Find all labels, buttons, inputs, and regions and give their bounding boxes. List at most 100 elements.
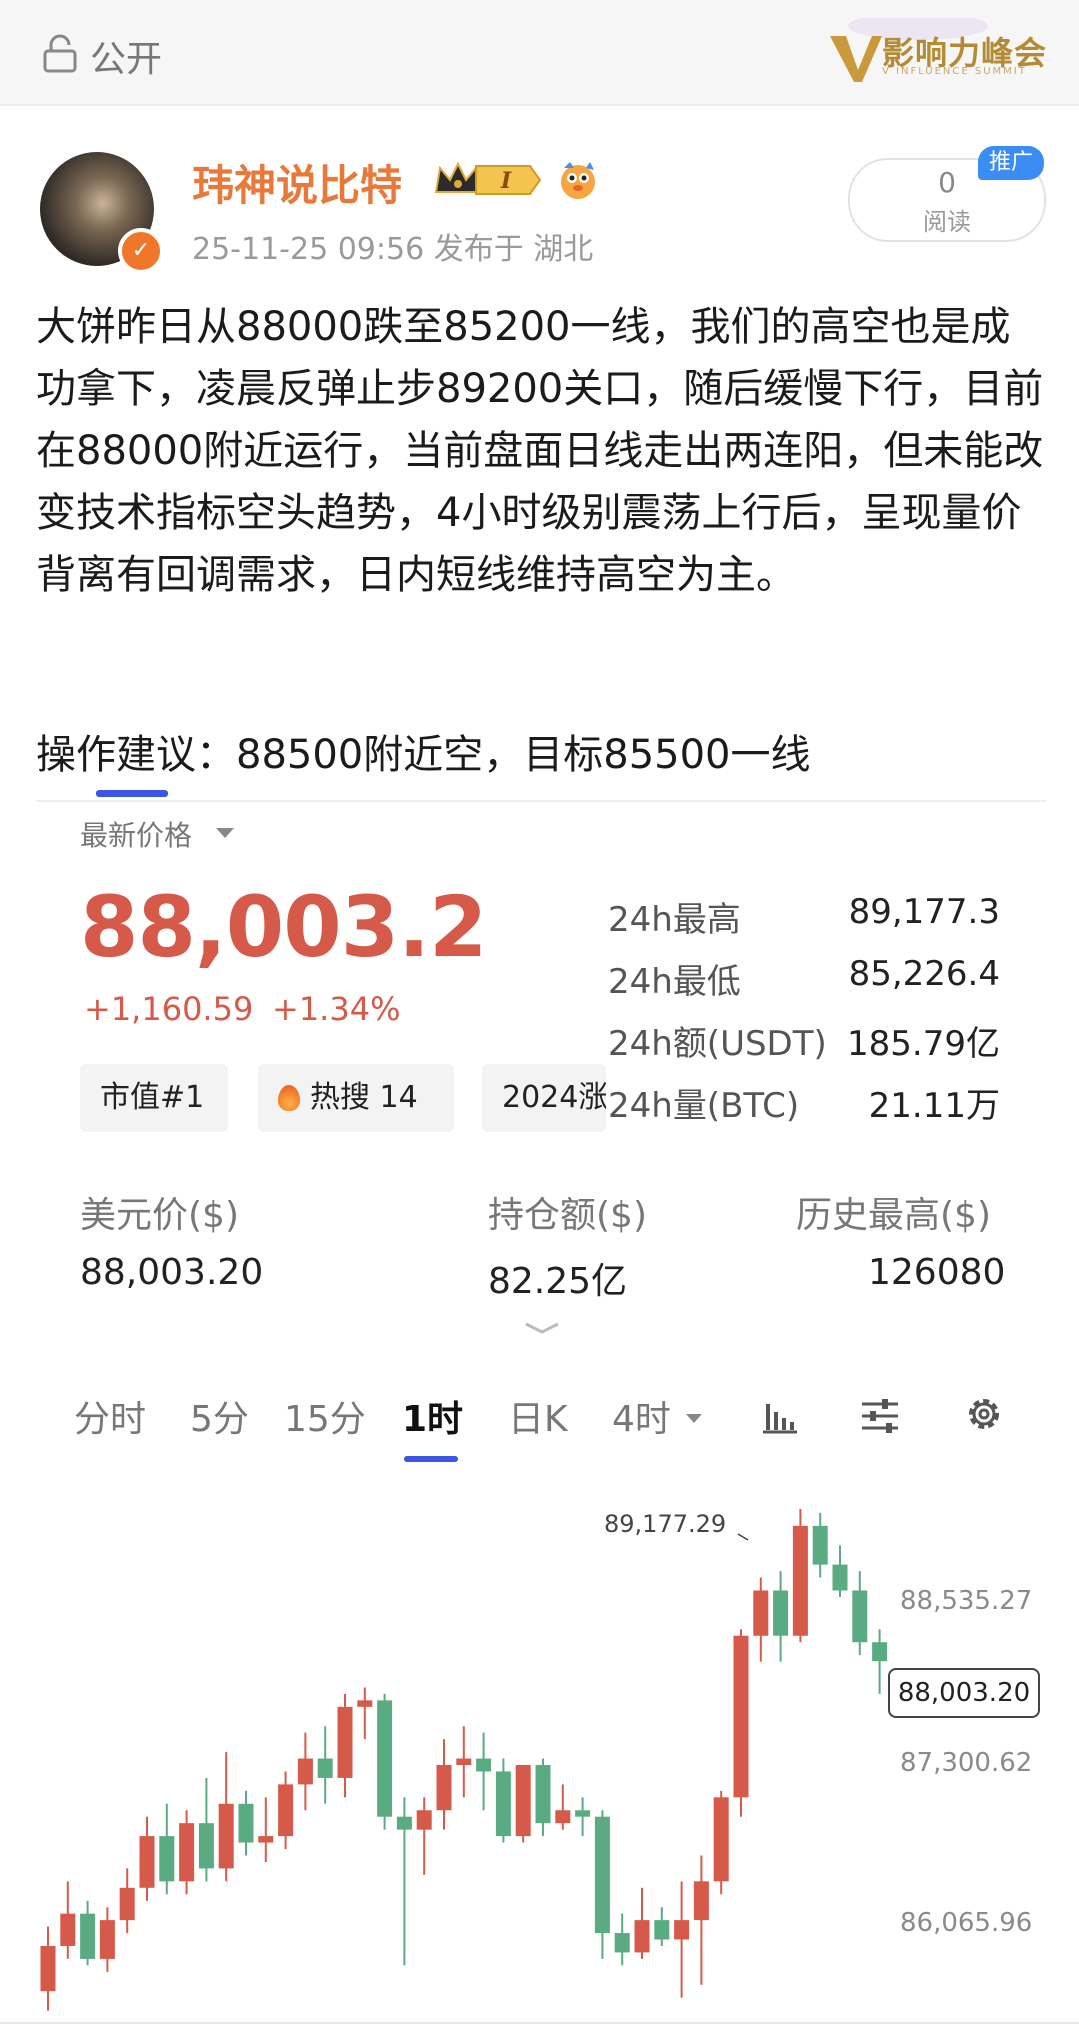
interval-tab-15m[interactable]: 15分 [284,1390,366,1442]
divider [0,2022,1079,2024]
tab-indicator [96,790,168,797]
interval-tab-4h[interactable]: 4时 [612,1390,671,1442]
candle-up [792,1525,808,1636]
stat-label-turnover: 24h额(USDT) [608,1024,827,1064]
open-interest-label: 持仓额($) [488,1195,647,1236]
candle-up [139,1836,155,1888]
y-axis-tick: 87,300.62 [900,1748,1033,1778]
all-time-high-value: 126080 [868,1252,1006,1293]
candle-down [535,1765,551,1824]
candle-up [515,1765,531,1837]
chevron-down-icon[interactable] [216,828,234,838]
y-axis-tick: 86,065.96 [900,1908,1033,1938]
stat-value-high: 89,177.3 [848,892,1000,932]
stat-value-low: 85,226.4 [848,954,1000,994]
candle-up [456,1758,472,1765]
price-change-pct: +1.34% [272,990,401,1028]
read-label: 阅读 [923,208,971,236]
candle-down [812,1525,828,1565]
author-name[interactable]: 玮神说比特 [192,152,402,213]
depth-chart-icon[interactable] [760,1396,800,1436]
hot-search-label: 热搜 14 [310,1080,418,1115]
candle-up [258,1836,274,1843]
candle-up [119,1887,135,1921]
level-badge-text: I [500,168,512,194]
candle-down [594,1816,610,1934]
candle-down [575,1810,591,1817]
last-price-tag: 88,003.20 [888,1668,1040,1718]
lock-icon [43,34,77,73]
candle-up [416,1810,432,1830]
interval-tab-timeshare[interactable]: 分时 [74,1390,146,1442]
flame-icon [278,1085,300,1111]
candle-down [80,1913,96,1959]
candle-up [674,1920,690,1940]
candle-down [832,1564,848,1591]
candles-group [40,1509,888,2011]
candle-down [852,1590,868,1643]
stat-value-turnover: 185.79亿 [847,1024,1000,1064]
candle-down [159,1836,175,1882]
candle-up [634,1920,650,1953]
post-meta: 25-11-25 09:56 发布于 湖北 [192,232,594,267]
candle-down [238,1803,254,1843]
bird-badge-icon [561,162,595,199]
interval-tab-1d[interactable]: 日K [508,1390,568,1442]
stat-value-volume: 21.11万 [868,1086,1000,1126]
chevron-down-icon[interactable] [686,1414,702,1423]
active-interval-indicator [404,1456,458,1462]
post-body: 大饼昨日从88000跌至85200一线，我们的高空也是成功拿下，凌晨反弹止步89… [36,304,1044,598]
candle-up [99,1920,115,1959]
candle-up [436,1765,452,1811]
candle-up [733,1635,749,1798]
candle-up [278,1784,294,1837]
indicator-settings-icon[interactable] [858,1396,902,1436]
candle-down [872,1642,888,1662]
verified-icon: ✓ [118,228,164,274]
stat-label-volume: 24h量(BTC) [608,1086,800,1126]
candle-down [198,1823,214,1869]
summit-logo-sub: V INFLUENCE SUMMIT [882,66,1027,77]
candle-up [179,1823,195,1882]
candle-up [753,1590,769,1636]
divider [36,800,1046,802]
y-axis-tick: 88,535.27 [900,1586,1033,1616]
visibility-label[interactable]: 公开 [90,30,162,82]
expand-chevron-icon[interactable] [522,1318,562,1338]
crown-level-icon: I [434,161,542,195]
price-change-abs: +1,160.59 [84,990,254,1028]
hot-search-chip[interactable]: 热搜 14 [258,1064,454,1132]
interval-tab-1h[interactable]: 1时 [402,1390,463,1442]
candle-up [555,1810,571,1824]
usd-price-label: 美元价($) [80,1195,239,1236]
candle-down [614,1933,630,1953]
candle-up [693,1881,709,1921]
peak-marker-line [737,1533,749,1541]
open-interest-value: 82.25亿 [488,1261,628,1302]
candle-down [495,1771,511,1837]
stat-label-high: 24h最高 [608,900,741,940]
post-advice: 操作建议：88500附近空，目标85500一线 [36,732,811,778]
candle-down [377,1700,393,1817]
candle-up [218,1803,234,1869]
candle-up [337,1706,353,1778]
interval-tab-5m[interactable]: 5分 [190,1390,249,1442]
main-price: 88,003.2 [80,878,488,976]
candle-up [40,1945,56,1992]
candle-down [654,1920,670,1940]
promo-tag: 推广 [978,146,1044,180]
gear-icon[interactable] [962,1392,1006,1436]
stat-label-low: 24h最低 [608,962,741,1002]
yearly-change-chip[interactable]: 2024涨 [482,1064,606,1132]
candle-down [476,1758,492,1772]
candle-down [396,1816,412,1830]
candle-down [317,1758,333,1778]
candle-up [357,1700,373,1707]
all-time-high-label: 历史最高($) [796,1195,991,1236]
latest-price-label[interactable]: 最新价格 [80,814,192,854]
market-cap-rank-chip[interactable]: 市值#1 [80,1064,228,1132]
candle-up [60,1913,76,1946]
peak-price-label: 89,177.29 [604,1510,727,1538]
candle-down [773,1590,789,1636]
usd-price-value: 88,003.20 [80,1252,264,1293]
